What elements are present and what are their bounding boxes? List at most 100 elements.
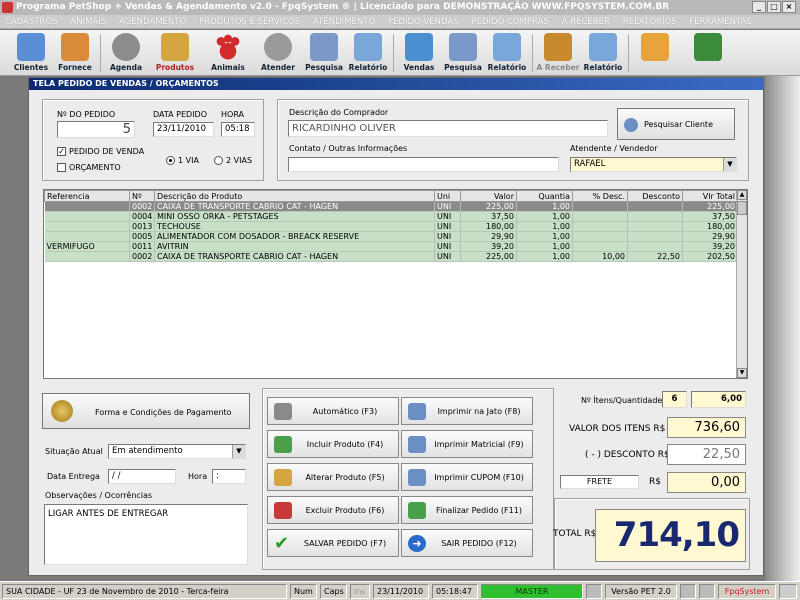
search-icon	[310, 33, 338, 61]
paw-icon	[214, 33, 242, 61]
maximize-button[interactable]: □	[767, 1, 781, 13]
table-row[interactable]: 0002 CAIXA DE TRANSPORTE CABRIO CAT - HAG…	[44, 251, 738, 262]
desktop-background	[765, 76, 800, 581]
order-time-field[interactable]: 05:18	[221, 122, 255, 137]
discount-field: 22,50	[667, 444, 746, 465]
col-referencia[interactable]: Referencia	[44, 190, 130, 202]
finalizar-pedido-button[interactable]: Finalizar Pedido (F11)	[401, 496, 533, 524]
edit-product-icon	[274, 469, 292, 486]
col-percent-desc[interactable]: % Desc.	[572, 190, 628, 202]
col-descricao[interactable]: Descrição do Produto	[154, 190, 435, 202]
menu-produtos-servicos[interactable]: PRODUTOS E SERVIÇOS	[194, 15, 305, 29]
menu-animais[interactable]: ANIMAIS	[65, 15, 111, 29]
status-select[interactable]: Em atendimento ▼	[108, 444, 246, 459]
automatico-button[interactable]: Automático (F3)	[267, 397, 399, 425]
alterar-produto-button[interactable]: Alterar Produto (F5)	[267, 463, 399, 491]
excluir-produto-button[interactable]: Excluir Produto (F6)	[267, 496, 399, 524]
clients-icon	[17, 33, 45, 61]
table-row[interactable]: 0013 TECHOUSE UNI 180,00 1,00 180,00	[44, 221, 738, 232]
table-row[interactable]: 0002 CAIXA DE TRANSPORTE CABRIO CAT - HAG…	[44, 201, 738, 212]
toolbar-pesquisa-button-2[interactable]: Pesquisa	[440, 32, 486, 74]
col-valor[interactable]: Valor	[460, 190, 517, 202]
close-button[interactable]: ×	[782, 1, 796, 13]
radio-1-via[interactable]: 1 VIA	[166, 156, 199, 165]
col-desconto[interactable]: Desconto	[627, 190, 683, 202]
sair-pedido-button[interactable]: ➜ SAIR PEDIDO (F12)	[401, 529, 533, 557]
col-uni[interactable]: Uni	[434, 190, 461, 202]
radio-2-vias[interactable]: 2 VIAS	[214, 156, 252, 165]
menu-bar: CADASTROS ANIMAIS AGENDAMENTO PRODUTOS E…	[0, 15, 800, 29]
pedido-venda-checkbox[interactable]: ✓ PEDIDO DE VENDA	[57, 147, 144, 156]
scroll-thumb[interactable]	[737, 201, 747, 215]
orcamento-checkbox[interactable]: ORÇAMENTO	[57, 163, 121, 172]
window-title-bar: Programa PetShop + Vendas & Agendamento …	[0, 0, 800, 15]
menu-pedido-vendas[interactable]: PEDIDO VENDAS	[383, 15, 464, 29]
status-ins: Ins	[350, 584, 370, 599]
menu-pedido-compras[interactable]: PEDIDO COMPRAS	[466, 15, 553, 29]
menu-atendimento[interactable]: ATENDIMENTO	[308, 15, 380, 29]
toolbar-atender-button[interactable]: Atender	[255, 32, 301, 74]
imprimir-jato-button[interactable]: Imprimir na Jato (F8)	[401, 397, 533, 425]
printer-icon	[408, 403, 426, 420]
incluir-produto-button[interactable]: Incluir Produto (F4)	[267, 430, 399, 458]
toolbar-relatorio-button-1[interactable]: Relatório	[345, 32, 391, 74]
toolbar-vendas-button[interactable]: Vendas	[396, 32, 442, 74]
delivery-date-field[interactable]: / /	[108, 469, 176, 484]
order-number-field[interactable]: 5	[57, 121, 135, 138]
add-product-icon	[274, 436, 292, 453]
status-indicator-icon	[586, 584, 602, 599]
imprimir-cupom-button[interactable]: Imprimir CUPOM (F10)	[401, 463, 533, 491]
menu-relatorios[interactable]: RELATÓRIOS	[618, 15, 682, 29]
menu-ferramentas[interactable]: FERRAMENTAS	[684, 15, 756, 29]
delivery-hour-field[interactable]: :	[212, 469, 246, 484]
items-value-label: VALOR DOS ITENS R$	[569, 424, 666, 434]
grid-vertical-scrollbar[interactable]: ▲ ▼	[736, 190, 747, 378]
toolbar-produtos-button[interactable]: Produtos	[152, 32, 198, 74]
app-icon	[2, 2, 13, 13]
report-icon	[589, 33, 617, 61]
search-client-button[interactable]: Pesquisar Cliente	[617, 108, 735, 140]
col-quantia[interactable]: Quantia	[516, 190, 573, 202]
toolbar-relatorio-button-2[interactable]: Relatório	[484, 32, 530, 74]
menu-agendamento[interactable]: AGENDAMENTO	[114, 15, 191, 29]
toolbar-fornece-button[interactable]: Fornece	[52, 32, 98, 74]
observations-textarea[interactable]: LIGAR ANTES DE ENTREGAR	[44, 504, 248, 565]
toolbar-separator	[393, 34, 394, 72]
toolbar-relatorio-button-3[interactable]: Relatório	[580, 32, 626, 74]
freight-field[interactable]: 0,00	[667, 472, 746, 493]
scroll-down-icon[interactable]: ▼	[737, 368, 747, 378]
order-date-field[interactable]: 23/11/2010	[153, 122, 214, 137]
toolbar-separator	[532, 34, 533, 72]
size-grip-icon[interactable]	[779, 584, 797, 599]
toolbar-pesquisa-button-1[interactable]: Pesquisa	[301, 32, 347, 74]
chevron-down-icon[interactable]: ▼	[232, 445, 245, 458]
toolbar-animais-button[interactable]: Animais	[205, 32, 251, 74]
checkmark-icon: ✔	[274, 533, 290, 554]
menu-a-receber[interactable]: A RECEBER	[557, 15, 615, 29]
toolbar: Clientes Fornece Agenda Produtos Animais…	[0, 30, 800, 76]
toolbar-separator	[100, 34, 101, 72]
contact-label: Contato / Outras Informações	[289, 144, 408, 153]
toolbar-exit-button[interactable]	[685, 32, 731, 74]
toolbar-agenda-button[interactable]: Agenda	[103, 32, 149, 74]
imprimir-matricial-button[interactable]: Imprimir Matricial (F9)	[401, 430, 533, 458]
printer-icon	[408, 469, 426, 486]
chevron-down-icon[interactable]: ▼	[723, 158, 736, 171]
contact-field[interactable]	[288, 157, 559, 172]
attendant-select[interactable]: RAFAEL ▼	[570, 157, 737, 172]
table-row[interactable]: 0005 ALIMENTADOR COM DOSADOR - BREACK RES…	[44, 231, 738, 242]
buyer-field[interactable]: RICARDINHO OLIVER	[288, 120, 608, 137]
payment-conditions-button[interactable]: Forma e Condições de Pagamento	[42, 393, 250, 429]
delivery-date-label: Data Entrega	[47, 472, 100, 481]
minimize-button[interactable]: _	[752, 1, 766, 13]
menu-cadastros[interactable]: CADASTROS	[0, 15, 63, 29]
col-valor-total[interactable]: Vlr Total	[682, 190, 738, 202]
toolbar-a-receber-button[interactable]: A Receber	[535, 32, 581, 74]
table-row[interactable]: 0004 MINI OSSO ORKA - PETSTAGES UNI 37,50 1,…	[44, 211, 738, 222]
table-row[interactable]: VERMIFUGO 0011 AVITRIN UNI 39,20 1,00 39,20	[44, 241, 738, 252]
salvar-pedido-button[interactable]: ✔ SALVAR PEDIDO (F7)	[267, 529, 399, 557]
toolbar-clientes-button[interactable]: Clientes	[8, 32, 54, 74]
scroll-up-icon[interactable]: ▲	[737, 190, 747, 200]
toolbar-calculator-button[interactable]	[632, 32, 678, 74]
col-numero[interactable]: Nº	[129, 190, 155, 202]
